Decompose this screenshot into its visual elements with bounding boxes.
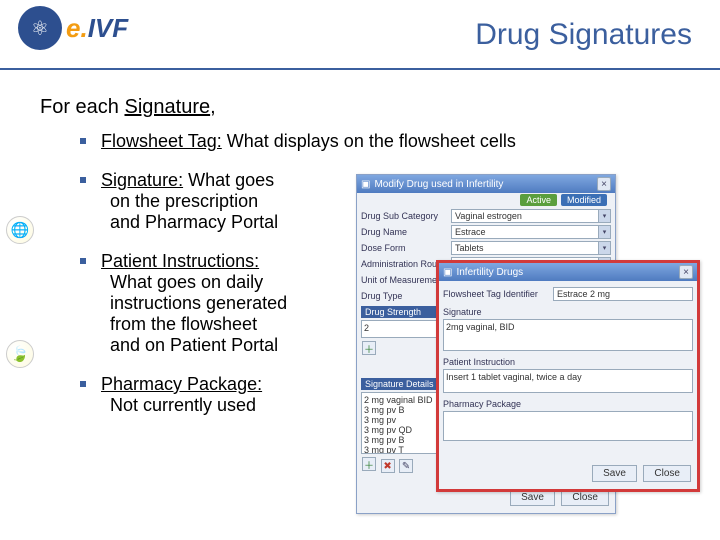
bullet-icon [80,258,86,264]
tab-active[interactable]: Active [520,194,557,206]
dialog-tabs: Active Modified [357,193,615,207]
bullet-flowsheet-tag: Flowsheet Tag: What displays on the flow… [80,131,720,152]
input-dose-form[interactable]: Tablets▾ [451,241,611,255]
tab-modified[interactable]: Modified [561,194,607,206]
bullet-icon [80,138,86,144]
label-drug-category: Drug Sub Category [361,211,451,221]
b3-label: Patient Instructions: [101,251,259,271]
label-flowsheet-tag: Flowsheet Tag Identifier [443,289,553,299]
input-patient-instruction[interactable]: Insert 1 tablet vaginal, twice a day [443,369,693,393]
dialog-title: Infertility Drugs [456,267,679,278]
dialog-titlebar: ▣ Modify Drug used in Infertility × [357,175,615,193]
logo: ⚛ e.IVF [18,6,128,50]
infertility-drugs-dialog: ▣ Infertility Drugs × Flowsheet Tag Iden… [436,260,700,492]
label-drug-name: Drug Name [361,227,451,237]
input-drug-name[interactable]: Estrace▾ [451,225,611,239]
input-pharmacy-package[interactable] [443,411,693,441]
label-pharmacy-package: Pharmacy Package [443,399,693,409]
chevron-down-icon[interactable]: ▾ [598,210,610,222]
patient-instruction-value: Insert 1 tablet vaginal, twice a day [446,372,690,382]
chevron-down-icon[interactable]: ▾ [598,242,610,254]
edit-icon[interactable]: ✎ [399,459,413,473]
delete-icon[interactable]: ✖ [381,459,395,473]
lead-word: Signature [124,96,210,118]
lead-suffix: , [210,96,216,118]
label-dose-form: Dose Form [361,243,451,253]
b4-label: Pharmacy Package: [101,374,262,394]
close-icon[interactable]: × [597,177,611,191]
field-drug-category: Drug Sub Category Vaginal estrogen▾ [361,209,611,223]
logo-text: e.IVF [66,13,128,44]
close-button[interactable]: Close [643,465,691,482]
dialog-footer: Save Close [590,462,693,485]
slide-title: Drug Signatures [475,18,692,52]
close-icon[interactable]: × [679,265,693,279]
slide-header: ⚛ e.IVF Drug Signatures [0,0,720,70]
dialog-titlebar: ▣ Infertility Drugs × [439,263,697,281]
signature-value: 2mg vaginal, BID [446,322,690,332]
bullet-icon [80,177,86,183]
b1-text: What displays on the flowsheet cells [222,131,516,151]
b2-label: Signature: [101,170,183,190]
logo-e: e. [66,13,88,43]
lead-prefix: For each [40,96,124,118]
dialog-title: Modify Drug used in Infertility [374,179,597,190]
leaf-icon: 🍃 [6,340,34,368]
label-signature: Signature [443,307,693,317]
add-icon[interactable]: ＋ [362,341,376,355]
field-dose-form: Dose Form Tablets▾ [361,241,611,255]
label-patient-instruction: Patient Instruction [443,357,693,367]
logo-badge-icon: ⚛ [18,6,62,50]
field-flowsheet-tag: Flowsheet Tag Identifier Estrace 2 mg [443,287,693,301]
input-flowsheet-tag[interactable]: Estrace 2 mg [553,287,693,301]
field-drug-name: Drug Name Estrace▾ [361,225,611,239]
chevron-down-icon[interactable]: ▾ [598,226,610,238]
bullet-icon [80,381,86,387]
logo-ivf: IVF [88,13,128,43]
globe-icon: 🌐 [6,216,34,244]
input-signature[interactable]: 2mg vaginal, BID [443,319,693,351]
add-icon[interactable]: ＋ [362,457,376,471]
save-button[interactable]: Save [592,465,637,482]
lead-line: For each Signature, [40,96,720,119]
b1-label: Flowsheet Tag: [101,131,222,151]
square-icon: ▣ [361,179,370,190]
square-icon: ▣ [443,267,452,278]
b2-text-a: What goes [183,170,274,190]
input-drug-category[interactable]: Vaginal estrogen▾ [451,209,611,223]
